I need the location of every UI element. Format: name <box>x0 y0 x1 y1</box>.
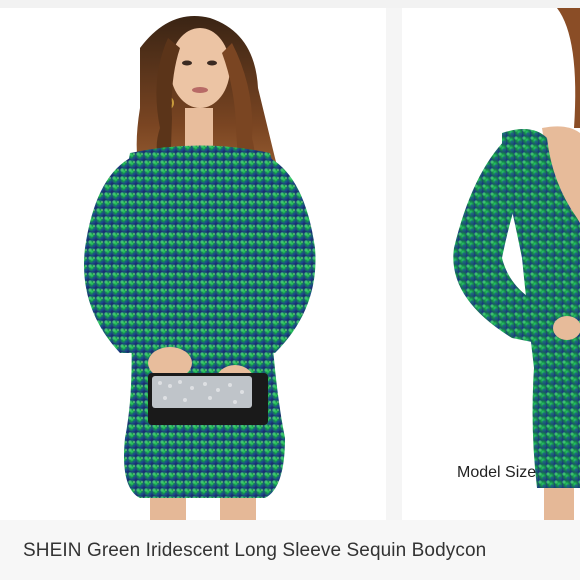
front-photo-illustration <box>0 8 386 520</box>
listing-caption-bar: SHEIN Green Iridescent Long Sleeve Sequi… <box>0 520 580 580</box>
model-size-label: Model Size <box>457 464 537 481</box>
listing-page: Model Size SHEIN Green Iridescent Long S… <box>0 0 580 580</box>
product-photo-back[interactable]: Model Size <box>402 8 580 520</box>
image-gallery[interactable]: Model Size <box>0 8 580 520</box>
back-photo-illustration <box>402 8 580 520</box>
listing-title[interactable]: SHEIN Green Iridescent Long Sleeve Sequi… <box>23 540 486 562</box>
product-photo-front[interactable] <box>0 8 386 520</box>
